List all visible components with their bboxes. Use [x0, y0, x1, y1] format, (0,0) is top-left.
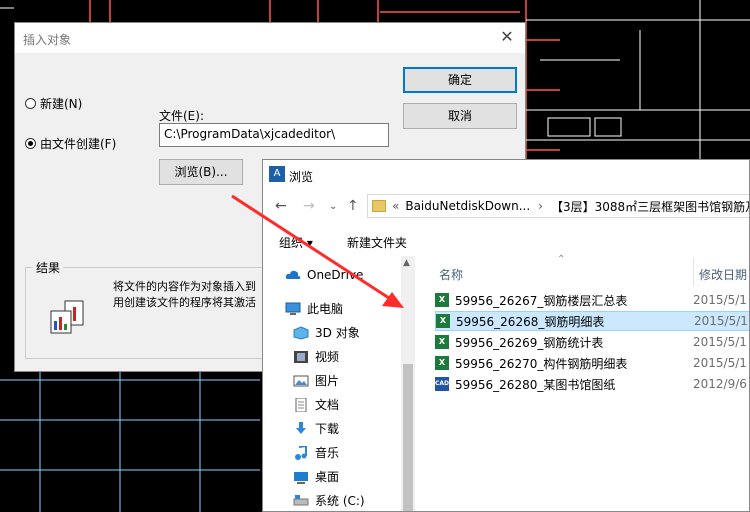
- excel-icon: X: [435, 356, 449, 370]
- desktop-icon: [294, 471, 308, 484]
- cube-icon: [293, 325, 309, 340]
- radio-create-new-label: 新建(N): [40, 97, 83, 111]
- picture-icon: [293, 375, 309, 386]
- file-name: 59956_26269_钢筋统计表: [455, 335, 604, 350]
- nav-item-label: 文档: [315, 398, 340, 412]
- result-label: 结果: [33, 259, 64, 276]
- back-arrow-icon[interactable]: ←: [275, 198, 287, 214]
- nav-item-music[interactable]: 音乐: [293, 444, 339, 461]
- nav-item-label: 3D 对象: [315, 326, 360, 340]
- nav-item-3d-objects[interactable]: 3D 对象: [293, 324, 360, 341]
- nav-item-label: 图片: [315, 374, 340, 388]
- radio-circle-icon[interactable]: [25, 98, 36, 109]
- nav-item-label: 音乐: [315, 446, 340, 460]
- document-icon: [295, 397, 307, 412]
- nav-item-pictures[interactable]: 图片: [293, 372, 339, 389]
- excel-icon: X: [435, 293, 449, 307]
- file-list-pane: 名称 ⌃ 修改日期 X 59956_26267_钢筋楼层汇总表 2015/5/1…: [417, 254, 749, 511]
- scrollbar-thumb[interactable]: [403, 364, 413, 511]
- download-icon: [296, 421, 306, 434]
- nav-item-label: 此电脑: [307, 302, 344, 316]
- pc-icon: [285, 302, 301, 315]
- address-overflow-chevron[interactable]: «: [392, 199, 399, 213]
- radio-create-new[interactable]: 新建(N): [25, 95, 82, 112]
- forward-arrow-icon[interactable]: →: [303, 198, 315, 214]
- ok-button[interactable]: 确定: [403, 67, 517, 93]
- column-header-name[interactable]: 名称: [439, 266, 463, 283]
- nav-item-label: 系统 (C:): [315, 494, 365, 508]
- embedded-object-icon: [49, 299, 89, 335]
- nav-item-label: 视频: [315, 350, 340, 364]
- video-icon: [294, 350, 308, 363]
- file-name: 59956_26280_某图书馆图纸: [455, 377, 616, 392]
- excel-icon: X: [435, 335, 449, 349]
- address-segment-2[interactable]: 【3层】3088㎡三层框架图书馆钢筋及: [551, 198, 749, 215]
- file-row[interactable]: X 59956_26267_钢筋楼层汇总表 2015/5/1: [435, 290, 749, 310]
- result-line-1: 将文件的内容作为对象插入到: [113, 280, 256, 293]
- radio-selected-icon[interactable]: [25, 138, 36, 149]
- browse-dialog-title: 浏览: [289, 170, 314, 184]
- file-row-selected[interactable]: X 59956_26268_钢筋明细表 2015/5/1: [435, 311, 749, 331]
- column-header-modified[interactable]: 修改日期: [699, 266, 747, 283]
- radio-create-from-file[interactable]: 由文件创建(F): [25, 135, 116, 152]
- app-icon: A: [269, 166, 285, 182]
- music-icon: [295, 445, 307, 460]
- file-name: 59956_26268_钢筋明细表: [456, 314, 605, 329]
- nav-item-label: OneDrive: [307, 268, 364, 282]
- nav-item-this-pc[interactable]: 此电脑: [285, 300, 343, 317]
- nav-item-desktop[interactable]: 桌面: [293, 468, 339, 485]
- excel-icon: X: [436, 314, 450, 328]
- up-arrow-icon[interactable]: ↑: [347, 198, 359, 214]
- new-folder-button[interactable]: 新建文件夹: [347, 234, 407, 251]
- file-date: 2015/5/1: [693, 293, 747, 307]
- file-date: 2015/5/1: [694, 314, 748, 328]
- organize-menu[interactable]: 组织 ▾: [279, 234, 313, 251]
- column-divider[interactable]: [693, 258, 694, 286]
- sort-caret-icon: ⌃: [557, 254, 566, 265]
- scroll-up-arrow-icon[interactable]: ▲: [403, 258, 410, 268]
- insert-dialog-titlebar: 插入对象 ✕: [15, 23, 525, 53]
- nav-item-system-drive[interactable]: 系统 (C:): [293, 492, 365, 509]
- address-separator-icon[interactable]: ›: [538, 199, 543, 213]
- nav-item-label: 桌面: [315, 470, 340, 484]
- nav-item-documents[interactable]: 文档: [293, 396, 339, 413]
- file-date: 2015/5/1: [693, 356, 747, 370]
- nav-item-label: 下载: [315, 422, 340, 436]
- radio-create-from-file-label: 由文件创建(F): [40, 137, 117, 151]
- close-icon[interactable]: ✕: [497, 27, 517, 46]
- browse-button[interactable]: 浏览(B)...: [159, 159, 243, 185]
- folder-icon: [372, 200, 386, 212]
- address-segment-1[interactable]: BaiduNetdiskDown...: [405, 199, 530, 213]
- file-field-label: 文件(E):: [159, 109, 204, 123]
- navigation-bar: ← → ⌄ ↑ « BaiduNetdiskDown... › 【3层】3088…: [263, 192, 749, 222]
- file-path-input[interactable]: C:\ProgramData\xjcadeditor\: [159, 123, 389, 147]
- drive-icon: [293, 494, 309, 505]
- navigation-scrollbar[interactable]: ▲: [401, 256, 415, 511]
- cad-icon: CAD: [435, 377, 449, 391]
- file-row[interactable]: X 59956_26269_钢筋统计表 2015/5/1: [435, 332, 749, 352]
- address-bar[interactable]: « BaiduNetdiskDown... › 【3层】3088㎡三层框架图书馆…: [367, 194, 749, 218]
- nav-item-videos[interactable]: 视频: [293, 348, 339, 365]
- file-date: 2015/5/1: [693, 335, 747, 349]
- nav-item-onedrive[interactable]: OneDrive: [285, 268, 363, 282]
- cancel-button[interactable]: 取消: [403, 103, 517, 129]
- file-row[interactable]: X 59956_26270_构件钢筋明细表 2015/5/1: [435, 353, 749, 373]
- nav-item-downloads[interactable]: 下载: [293, 420, 339, 437]
- file-date: 2012/9/6: [693, 377, 747, 391]
- file-row[interactable]: CAD 59956_26280_某图书馆图纸 2012/9/6: [435, 374, 749, 394]
- file-name: 59956_26270_构件钢筋明细表: [455, 356, 628, 371]
- browse-file-dialog: A 浏览 ← → ⌄ ↑ « BaiduNetdiskDown... › 【3层…: [262, 159, 750, 512]
- file-name: 59956_26267_钢筋楼层汇总表: [455, 293, 628, 308]
- insert-dialog-title: 插入对象: [23, 33, 72, 47]
- result-line-2: 用创建该文件的程序将其激活: [113, 296, 256, 309]
- recent-chevron-down-icon[interactable]: ⌄: [329, 201, 337, 212]
- cloud-icon: [285, 270, 301, 279]
- browse-toolbar: 组织 ▾ 新建文件夹: [263, 230, 749, 254]
- navigation-pane: OneDrive 此电脑 3D 对象 视频 图片 文档 下载 音乐 桌面 系统 …: [263, 256, 415, 511]
- result-description: 将文件的内容作为对象插入到 用创建该文件的程序将其激活: [113, 279, 263, 311]
